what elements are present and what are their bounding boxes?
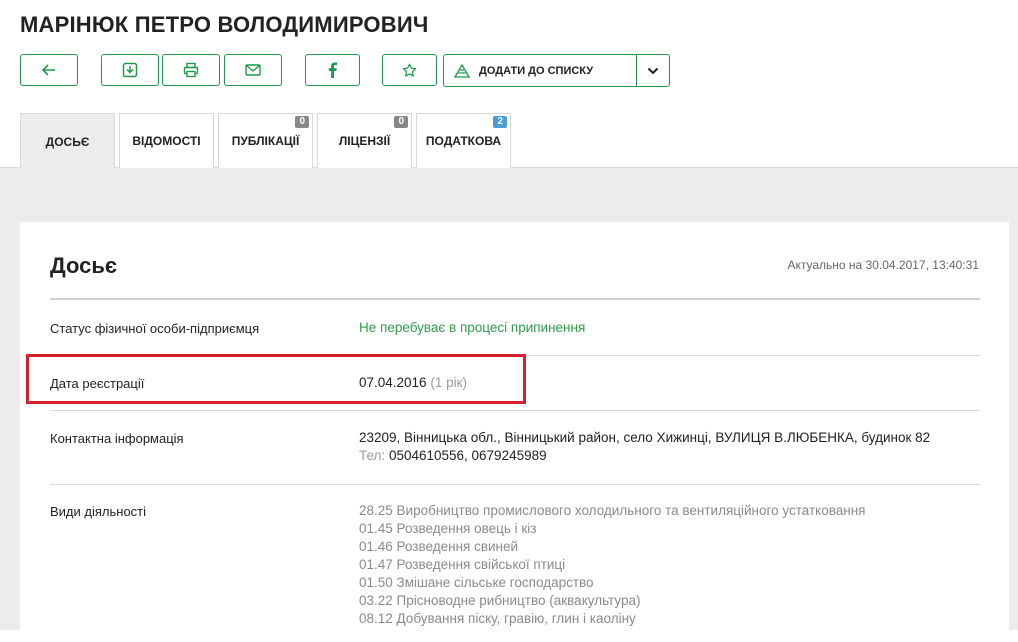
tab-label: ДОСЬЄ (45, 134, 90, 149)
list-pyramid-icon (454, 63, 470, 78)
actual-timestamp: Актуально на 30.04.2017, 13:40:31 (787, 258, 979, 272)
card-title: Досьє (50, 253, 117, 278)
status-value: Не перебуває в процесі припинення (359, 320, 586, 335)
tab-dossier[interactable]: ДОСЬЄ (20, 113, 115, 169)
activity-item: 01.45 Розведення овець і кіз (359, 521, 537, 536)
divider (50, 410, 980, 411)
divider (50, 298, 980, 300)
dossier-card: Досьє Актуально на 30.04.2017, 13:40:31 … (20, 222, 1009, 642)
status-label: Статус фізичної особи-підприємця (50, 321, 260, 336)
activity-item: 03.22 Прісноводне рибництво (аквакультур… (359, 593, 641, 608)
registration-label: Дата реєстрації (50, 376, 145, 391)
print-icon (183, 62, 199, 78)
divider (50, 355, 980, 356)
star-icon (402, 63, 417, 77)
activity-item: 01.50 Змішане сільське господарство (359, 575, 594, 590)
registration-date: 07.04.2016 (359, 375, 427, 390)
registration-value: 07.04.2016 (1 рік) (359, 374, 467, 392)
tab-label: ПУБЛІКАЦІЇ (231, 134, 300, 148)
count-badge: 0 (394, 116, 408, 128)
add-to-list-label: ДОДАТИ ДО СПИСКУ (479, 64, 594, 77)
arrow-left-icon (42, 64, 55, 76)
chevron-down-icon (647, 67, 659, 74)
activity-item: 01.46 Розведення свиней (359, 539, 519, 554)
back-button[interactable] (20, 54, 78, 86)
tab-label: ВІДОМОСТІ (132, 134, 201, 148)
facebook-icon (328, 62, 337, 78)
print-button[interactable] (162, 54, 220, 86)
facebook-share-button[interactable] (305, 54, 360, 86)
activities-label: Види діяльності (50, 504, 147, 519)
divider (50, 484, 980, 485)
tab-licenses[interactable]: ЛІЦЕНЗІЇ 0 (317, 113, 412, 168)
count-badge: 2 (493, 116, 507, 128)
tab-label: ПОДАТКОВА (425, 134, 502, 148)
phone-label: Тел: (359, 448, 386, 463)
add-to-list-caret[interactable] (636, 55, 669, 86)
tab-publications[interactable]: ПУБЛІКАЦІЇ 0 (218, 113, 313, 168)
activity-item: 01.47 Розведення свійської птиці (359, 557, 566, 572)
email-button[interactable] (224, 54, 282, 86)
registration-age: (1 рік) (430, 375, 468, 390)
tab-label: ЛІЦЕНЗІЇ (338, 134, 391, 148)
contact-address: 23209, Вінницька обл., Вінницький район,… (359, 430, 931, 445)
contact-phones: 0504610556, 0679245989 (388, 448, 547, 463)
mail-icon (245, 64, 261, 76)
count-badge: 0 (295, 116, 309, 128)
download-icon (122, 62, 138, 78)
tab-info[interactable]: ВІДОМОСТІ (119, 113, 214, 168)
contact-label: Контактна інформація (50, 431, 184, 446)
add-to-list-button[interactable]: ДОДАТИ ДО СПИСКУ (444, 55, 636, 86)
contact-value: 23209, Вінницька обл., Вінницький район,… (359, 429, 930, 465)
activities-list: 28.25 Виробництво промислового холодильн… (359, 502, 866, 628)
activity-item: 28.25 Виробництво промислового холодильн… (359, 503, 866, 518)
activity-item: 08.12 Добування піску, гравію, глин і ка… (359, 611, 636, 626)
favorite-button[interactable] (382, 54, 437, 86)
add-to-list-dropdown[interactable]: ДОДАТИ ДО СПИСКУ (443, 54, 670, 87)
page-title: МАРІНЮК ПЕТРО ВОЛОДИМИРОВИЧ (20, 12, 429, 37)
download-button[interactable] (101, 54, 159, 86)
tab-tax[interactable]: ПОДАТКОВА 2 (416, 113, 511, 168)
